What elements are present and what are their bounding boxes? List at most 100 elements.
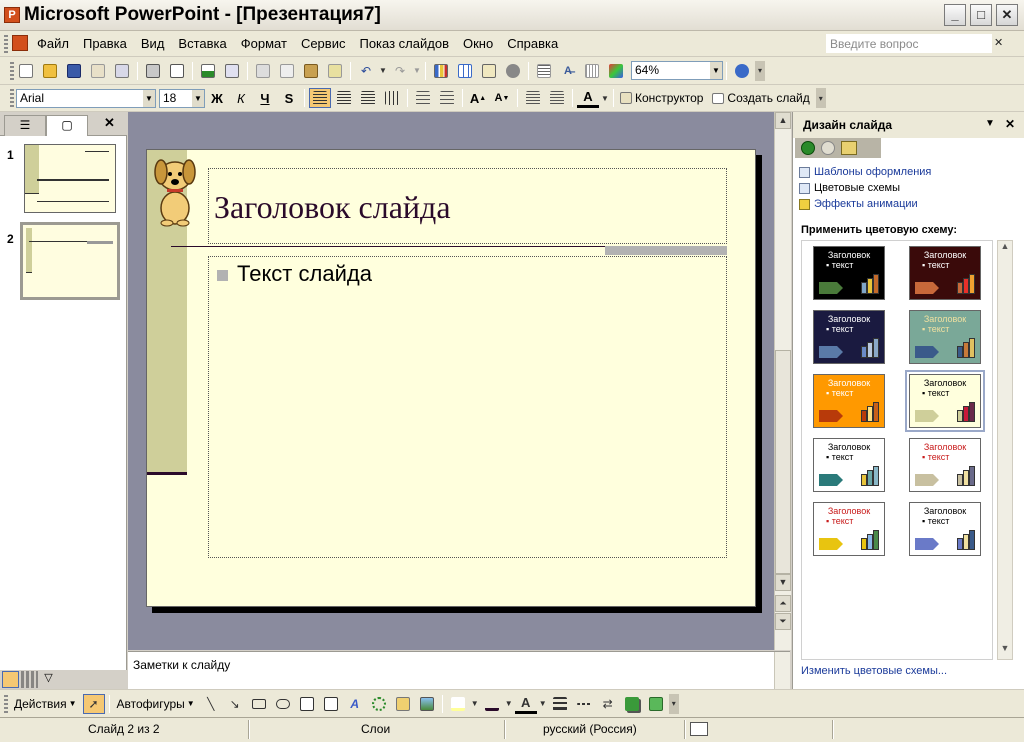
actions-menu[interactable]: Действия [14, 697, 67, 711]
font-dropdown-icon[interactable]: ▼ [143, 89, 155, 107]
slide-sorter-view-icon[interactable] [21, 671, 38, 688]
color-schemes-link[interactable]: Цветовые схемы [799, 182, 900, 194]
slideshow-view-icon[interactable]: ▽ [40, 671, 57, 688]
bold-button[interactable]: Ж [206, 88, 228, 108]
toolbar-options-icon[interactable]: ▾ [815, 88, 826, 108]
spelling-status-icon[interactable] [690, 722, 708, 736]
home-icon[interactable] [841, 141, 857, 155]
increase-indent-icon[interactable] [546, 88, 568, 108]
zoom-dropdown-icon[interactable]: ▼ [710, 62, 722, 79]
actions-dropdown-icon[interactable]: ▼ [69, 699, 77, 708]
expand-all-icon[interactable] [533, 61, 555, 81]
increase-font-icon[interactable]: A ▲ [467, 88, 489, 108]
gallery-scroll-down-icon[interactable]: ▼ [998, 643, 1012, 659]
minimize-button[interactable]: _ [944, 4, 966, 26]
arrow-icon[interactable]: ↘ [224, 694, 246, 714]
show-grid-icon[interactable] [581, 61, 603, 81]
notes-pane[interactable]: Заметки к слайду [128, 651, 790, 690]
notes-scrollbar[interactable] [774, 652, 790, 690]
insert-hyperlink-icon[interactable] [502, 61, 524, 81]
task-pane-menu-icon[interactable]: ▼ [985, 118, 995, 129]
color-scheme-swatch[interactable]: Заголовок ▪ текст [813, 246, 885, 300]
permission-icon[interactable] [87, 61, 109, 81]
copy-icon[interactable] [276, 61, 298, 81]
menu-format[interactable]: Формат [234, 36, 294, 51]
decrease-indent-icon[interactable] [522, 88, 544, 108]
help-icon[interactable] [731, 61, 753, 81]
autoshapes-dropdown-icon[interactable]: ▼ [187, 699, 195, 708]
undo-dropdown-icon[interactable]: ▼ [379, 61, 387, 81]
color-scheme-swatch[interactable]: Заголовок ▪ текст [909, 310, 981, 364]
menu-help[interactable]: Справка [500, 36, 565, 51]
font-combo[interactable]: Arial ▼ [16, 88, 156, 108]
tables-borders-icon[interactable] [478, 61, 500, 81]
arrow-style-icon[interactable]: ⇄ [597, 694, 619, 714]
font-size-dropdown-icon[interactable]: ▼ [192, 89, 204, 107]
numbering-icon[interactable] [412, 88, 434, 108]
slide-title[interactable]: Заголовок слайда [214, 189, 451, 226]
tab-slides[interactable]: ▢ [46, 115, 88, 136]
align-left-icon[interactable] [309, 88, 331, 108]
font-size-combo[interactable]: 18 ▼ [159, 88, 205, 108]
toolbar-grip[interactable] [10, 89, 14, 107]
next-slide-icon[interactable]: ⏷ [775, 613, 791, 630]
edit-color-schemes-link[interactable]: Изменить цветовые схемы... [801, 665, 947, 677]
textbox-icon[interactable] [296, 694, 318, 714]
color-scheme-swatch[interactable]: Заголовок ▪ текст [909, 502, 981, 556]
notes-placeholder[interactable]: Заметки к слайду [133, 658, 230, 672]
cut-icon[interactable] [252, 61, 274, 81]
back-icon[interactable] [801, 141, 815, 155]
new-icon[interactable] [15, 61, 37, 81]
menu-file[interactable]: Файл [30, 36, 76, 51]
line-color-dropdown-icon[interactable]: ▼ [505, 694, 513, 714]
design-templates-link[interactable]: Шаблоны оформления [799, 166, 931, 178]
line-color-icon[interactable] [481, 694, 503, 714]
help-search-input[interactable]: Введите вопрос [826, 34, 992, 53]
toolbar-options-icon[interactable]: ▾ [668, 693, 679, 714]
rectangle-icon[interactable] [248, 694, 270, 714]
vertical-scrollbar[interactable]: ▲ ▼ ⏶ ⏷ [774, 112, 791, 650]
previous-slide-icon[interactable]: ⏶ [775, 595, 791, 612]
3d-style-icon[interactable] [645, 694, 667, 714]
scheme-gallery-scrollbar[interactable]: ▲ ▼ [997, 240, 1013, 660]
color-scheme-swatch[interactable]: Заголовок ▪ текст [909, 246, 981, 300]
open-icon[interactable] [39, 61, 61, 81]
new-slide-button[interactable]: Создать слайд [727, 91, 809, 105]
color-scheme-swatch[interactable]: Заголовок ▪ текст [813, 502, 885, 556]
color-scheme-swatch[interactable]: Заголовок ▪ текст [909, 438, 981, 492]
color-grayscale-icon[interactable] [605, 61, 627, 81]
menu-tools[interactable]: Сервис [294, 36, 353, 51]
diagram-icon[interactable] [368, 694, 390, 714]
align-center-icon[interactable] [333, 88, 355, 108]
menu-slideshow[interactable]: Показ слайдов [352, 36, 456, 51]
zoom-combo[interactable]: 64% ▼ [631, 61, 723, 80]
email-icon[interactable] [111, 61, 133, 81]
format-painter-icon[interactable] [324, 61, 346, 81]
shadow-style-icon[interactable] [621, 694, 643, 714]
toolbar-options-icon[interactable]: ▾ [755, 60, 765, 81]
insert-picture-icon[interactable] [416, 694, 438, 714]
redo-dropdown-icon[interactable]: ▼ [413, 61, 421, 81]
forward-icon[interactable] [821, 141, 835, 155]
normal-view-icon[interactable] [2, 671, 19, 688]
vertical-textbox-icon[interactable] [320, 694, 342, 714]
color-scheme-swatch[interactable]: Заголовок ▪ текст [905, 370, 985, 432]
select-pointer-icon[interactable]: ➚ [82, 693, 105, 714]
scroll-thumb[interactable] [775, 350, 791, 574]
color-scheme-swatch[interactable]: Заголовок ▪ текст [813, 374, 885, 428]
title-placeholder[interactable]: Заголовок слайда [208, 168, 727, 244]
research-icon[interactable] [221, 61, 243, 81]
slide-thumbnail-2[interactable] [20, 222, 120, 300]
print-icon[interactable] [142, 61, 164, 81]
new-slide-icon[interactable] [710, 88, 726, 108]
print-preview-icon[interactable] [166, 61, 188, 81]
wordart-icon[interactable]: A [344, 694, 366, 714]
menu-grip[interactable] [4, 35, 8, 53]
close-document-icon[interactable]: ✕ [994, 36, 1003, 49]
animation-schemes-link[interactable]: Эффекты анимации [799, 198, 918, 210]
underline-button[interactable]: Ч [254, 88, 276, 108]
document-icon[interactable] [12, 35, 28, 51]
fill-dropdown-icon[interactable]: ▼ [471, 694, 479, 714]
insert-table-icon[interactable] [454, 61, 476, 81]
font-color-dropdown-icon[interactable]: ▼ [601, 88, 609, 108]
